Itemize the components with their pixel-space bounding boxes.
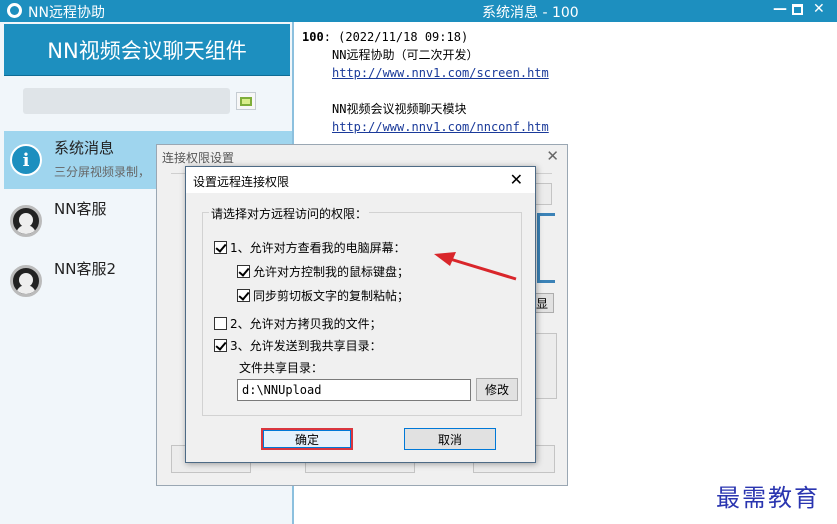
message-timestamp: : (2022/11/18 09:18) — [323, 30, 469, 44]
option-label: 1、允许对方查看我的电脑屏幕： — [230, 241, 406, 255]
option-sync-clipboard[interactable]: 同步剪切板文字的复制粘帖； — [237, 287, 409, 304]
app-title: NN远程协助 — [28, 5, 105, 21]
search-input[interactable] — [23, 88, 230, 114]
outer-show-label: 显 — [535, 296, 548, 311]
screen-icon — [240, 96, 252, 106]
window-title: 系统消息 - 100 — [482, 5, 579, 21]
info-icon: i — [10, 144, 42, 176]
permission-group-label: 请选择对方远程访问的权限： — [209, 205, 370, 222]
sidebar-banner: NN视频会议聊天组件 — [4, 24, 290, 76]
message-line: NN远程协助（可二次开发） — [332, 48, 479, 62]
contact-name: NN客服2 — [54, 260, 116, 278]
ok-button[interactable]: 确定 — [261, 428, 353, 450]
option-send-to-share[interactable]: 3、允许发送到我共享目录： — [214, 337, 382, 354]
close-icon[interactable]: ✕ — [813, 1, 825, 17]
modal-titlebar: 设置远程连接权限 ✕ — [186, 167, 535, 193]
checkbox-checked-icon[interactable] — [237, 265, 250, 278]
option-copy-files[interactable]: 2、允许对方拷贝我的文件； — [214, 315, 382, 332]
maximize-icon[interactable] — [792, 4, 803, 15]
screen-share-button[interactable] — [236, 92, 256, 110]
message-link[interactable]: http://www.nnv1.com/nnconf.htm — [332, 120, 549, 134]
option-label: 允许对方控制我的鼠标键盘； — [253, 265, 410, 279]
annotation-arrow-icon — [434, 252, 517, 281]
checkbox-checked-icon[interactable] — [237, 289, 250, 302]
message-link[interactable]: http://www.nnv1.com/screen.htm — [332, 66, 549, 80]
checkbox-unchecked-icon[interactable] — [214, 317, 227, 330]
modal-title: 设置远程连接权限 — [193, 175, 290, 189]
share-dir-label: 文件共享目录： — [239, 361, 324, 375]
option-label: 2、允许对方拷贝我的文件； — [230, 317, 382, 331]
message-line: NN视频会议视频聊天模块 — [332, 102, 467, 116]
option-label: 3、允许发送到我共享目录： — [230, 339, 382, 353]
outer-preview-frame — [537, 213, 555, 283]
watermark: 最需教育 — [716, 484, 820, 512]
outer-close-icon[interactable]: ✕ — [546, 147, 559, 165]
user-avatar-icon — [10, 265, 42, 297]
message-pane: 100: (2022/11/18 09:18) NN远程协助（可二次开发） ht… — [302, 28, 549, 136]
modal-close-icon[interactable]: ✕ — [510, 170, 523, 189]
share-dir-input[interactable]: d:\NNUpload — [237, 379, 471, 401]
checkbox-checked-icon[interactable] — [214, 241, 227, 254]
message-sender: 100 — [302, 30, 324, 44]
user-avatar-icon — [10, 205, 42, 237]
option-label: 同步剪切板文字的复制粘帖； — [253, 289, 410, 303]
minimize-icon[interactable]: — — [773, 1, 787, 17]
contact-name: NN客服 — [54, 200, 107, 218]
contact-preview: 三分屏视频录制， — [54, 165, 151, 179]
contact-name: 系统消息 — [54, 139, 115, 157]
remote-permission-dialog: 设置远程连接权限 ✕ 请选择对方远程访问的权限： 1、允许对方查看我的电脑屏幕：… — [185, 166, 536, 463]
cancel-button[interactable]: 取消 — [404, 428, 496, 450]
app-logo-icon — [7, 3, 22, 18]
option-view-screen[interactable]: 1、允许对方查看我的电脑屏幕： — [214, 239, 406, 256]
option-control-mouse-keyboard[interactable]: 允许对方控制我的鼠标键盘； — [237, 263, 409, 280]
checkbox-checked-icon[interactable] — [214, 339, 227, 352]
edit-button[interactable]: 修改 — [476, 378, 518, 401]
outer-dialog-title: 连接权限设置 — [162, 151, 235, 165]
title-bar: NN远程协助 系统消息 - 100 — ✕ — [0, 0, 837, 22]
